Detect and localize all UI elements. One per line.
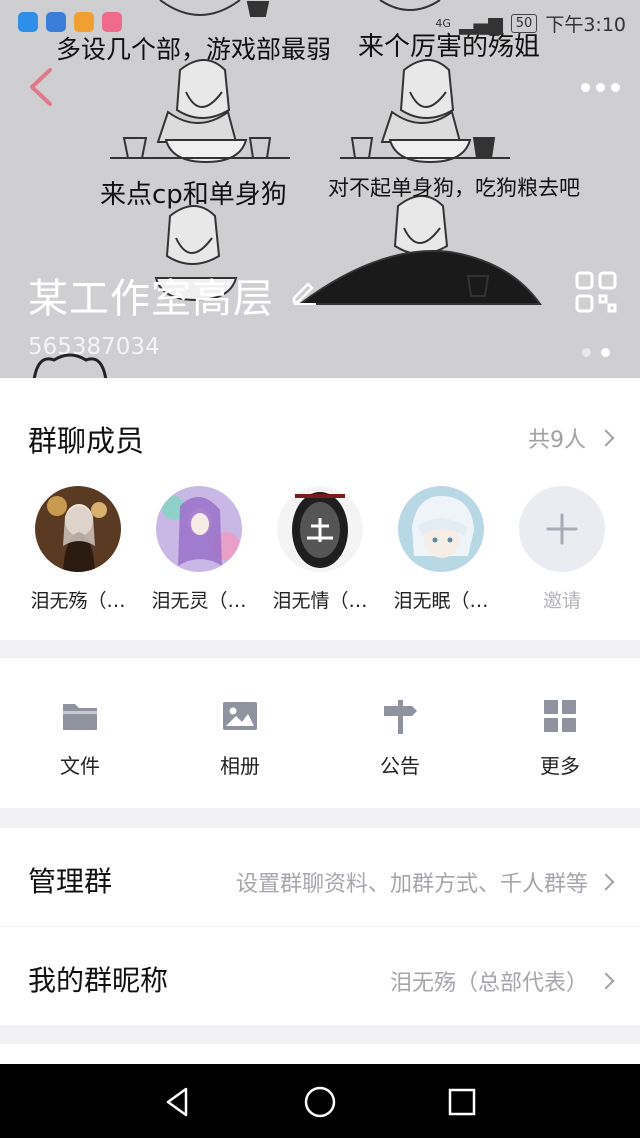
announcement-button[interactable]: 公告 xyxy=(340,696,460,779)
nav-home-button[interactable] xyxy=(302,1084,338,1120)
page-dot-active xyxy=(601,348,610,357)
back-button[interactable] xyxy=(22,62,62,112)
nav-recents-button[interactable] xyxy=(444,1084,480,1120)
manage-group-row[interactable]: 管理群 设置群聊资料、加群方式、千人群等 xyxy=(0,828,640,926)
signpost-icon xyxy=(380,696,420,736)
grid-icon xyxy=(540,696,580,736)
members-count: 共9人 xyxy=(528,428,586,453)
dot-icon xyxy=(580,82,590,92)
avatar xyxy=(35,486,121,572)
group-profile-screen: 多设几个部，游戏部最弱 来个厉害的殇姐 来点cp和单身狗 对不起单身狗，吃狗粮去… xyxy=(0,0,640,1138)
status-app-icons xyxy=(18,12,122,32)
baidu-app-icon xyxy=(46,12,66,32)
network-type: 4G xyxy=(435,17,451,30)
video-app-icon xyxy=(74,12,94,32)
album-button[interactable]: 相册 xyxy=(180,696,300,779)
chevron-right-icon xyxy=(597,972,615,990)
my-group-nickname-row[interactable]: 我的群昵称 泪无殇（总部代表） xyxy=(0,927,640,1025)
system-navigation-bar xyxy=(0,1064,640,1138)
group-cover-banner: 多设几个部，游戏部最弱 来个厉害的殇姐 来点cp和单身狗 对不起单身狗，吃狗粮去… xyxy=(0,0,640,378)
invite-circle xyxy=(519,486,605,572)
clock: 下午3:10 xyxy=(545,14,626,36)
cat-app-icon xyxy=(102,12,122,32)
chevron-right-icon xyxy=(597,429,615,447)
more-tools-button[interactable]: 更多 xyxy=(500,696,620,779)
more-options-button[interactable] xyxy=(576,70,624,104)
meme-caption-4: 对不起单身狗，吃狗粮去吧 xyxy=(328,176,580,200)
cat-ears-decoration xyxy=(32,353,108,378)
row-title: 管理群 xyxy=(28,865,113,898)
tool-label: 公告 xyxy=(380,754,420,778)
image-icon xyxy=(220,696,260,736)
member-name: 泪无殇（… xyxy=(30,590,126,612)
status-right: 4G ▂▄▆ 50 下午3:10 xyxy=(435,10,626,37)
member-name: 泪无眠（… xyxy=(393,590,489,612)
plus-icon xyxy=(546,513,578,545)
dot-icon xyxy=(610,82,620,92)
avatar xyxy=(398,486,484,572)
status-bar: 4G ▂▄▆ 50 下午3:10 xyxy=(0,8,640,36)
circle-home-icon xyxy=(304,1086,336,1118)
members-section: 群聊成员 共9人 泪无殇（… 泪无灵（… 泪无情（… 泪无眠（… 邀请 xyxy=(0,378,640,640)
nav-back-button[interactable] xyxy=(160,1084,196,1120)
chevron-left-icon xyxy=(30,68,52,106)
members-count-link[interactable]: 共9人 xyxy=(528,422,615,454)
member-item[interactable]: 泪无殇（… xyxy=(23,486,133,613)
square-recents-icon xyxy=(448,1088,476,1116)
avatar xyxy=(156,486,242,572)
member-item[interactable]: 泪无眠（… xyxy=(386,486,496,613)
member-name: 泪无灵（… xyxy=(151,590,247,612)
tool-label: 相册 xyxy=(220,754,260,778)
row-value: 设置群聊资料、加群方式、千人群等 xyxy=(235,866,615,898)
group-tools-section: 文件 相册 公告 更多 xyxy=(0,658,640,808)
meme-caption-3: 来点cp和单身狗 xyxy=(100,180,287,210)
tool-label: 文件 xyxy=(60,754,100,778)
dot-icon xyxy=(595,82,605,92)
group-name: 某工作室高层 xyxy=(28,276,274,322)
signal-icon: ▂▄▆ xyxy=(458,12,503,35)
row-title: 我的群昵称 xyxy=(28,964,169,997)
files-button[interactable]: 文件 xyxy=(20,696,140,779)
invite-member-button[interactable]: 邀请 xyxy=(507,486,617,613)
cover-page-indicator xyxy=(582,348,610,357)
members-title: 群聊成员 xyxy=(28,424,145,458)
tool-label: 更多 xyxy=(540,754,580,778)
avatar xyxy=(277,486,363,572)
battery-indicator: 50 xyxy=(510,14,538,33)
folder-icon xyxy=(60,696,100,736)
edit-name-icon[interactable] xyxy=(290,278,318,306)
manage-description: 设置群聊资料、加群方式、千人群等 xyxy=(235,872,588,897)
nickname-value: 泪无殇（总部代表） xyxy=(389,971,588,996)
member-item[interactable]: 泪无情（… xyxy=(265,486,375,613)
triangle-back-icon xyxy=(166,1087,188,1117)
member-item[interactable]: 泪无灵（… xyxy=(144,486,254,613)
page-dot xyxy=(582,348,591,357)
row-value: 泪无殇（总部代表） xyxy=(389,965,615,997)
invite-label: 邀请 xyxy=(542,590,581,612)
member-name: 泪无情（… xyxy=(272,590,368,612)
qr-code-icon[interactable] xyxy=(574,270,618,314)
notification-app-icon xyxy=(18,12,38,32)
chevron-right-icon xyxy=(597,873,615,891)
